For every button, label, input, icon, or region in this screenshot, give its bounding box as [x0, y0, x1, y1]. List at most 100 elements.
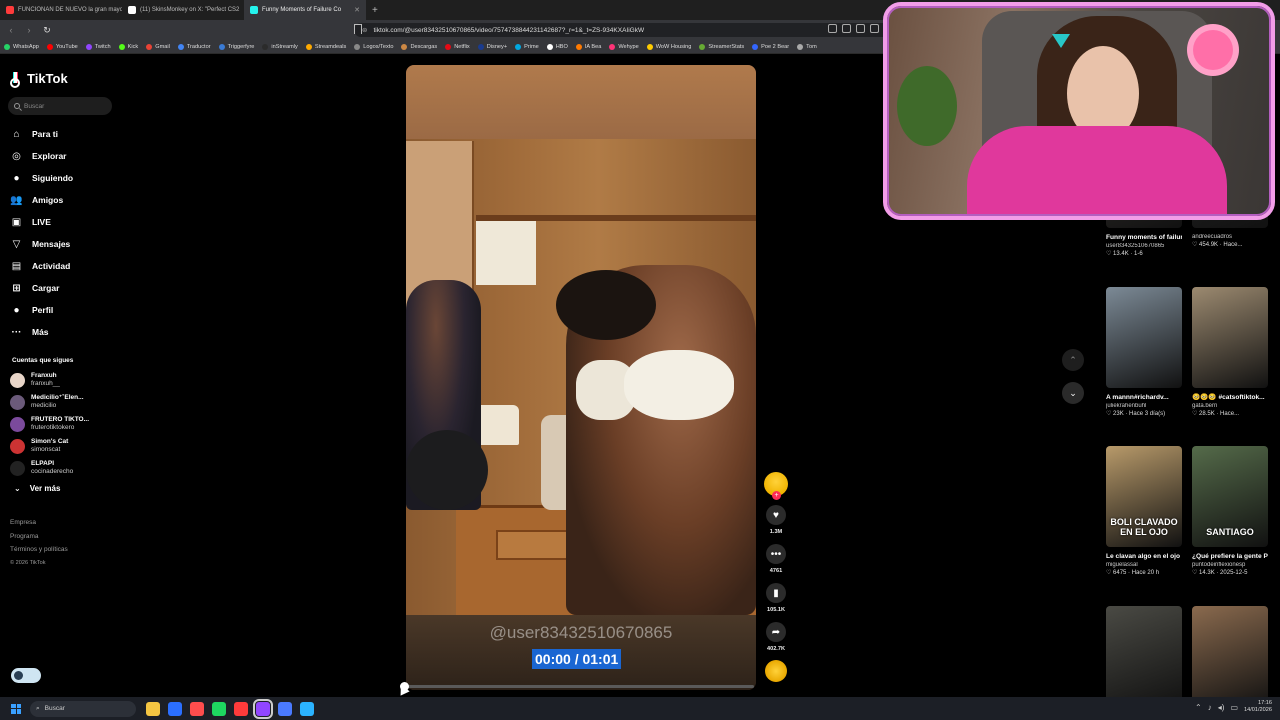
bookmark-item[interactable]: WhatsApp — [4, 43, 39, 50]
comment-icon[interactable]: ••• — [766, 544, 786, 564]
related-video-card[interactable]: A mannn#richardv... juliekrahenbuhl ♡ 23… — [1106, 287, 1182, 417]
followed-account[interactable]: ELPAPI cocinaderecho — [10, 457, 89, 479]
theme-toggle[interactable] — [11, 668, 41, 683]
next-video-button[interactable]: ⌄ — [1062, 382, 1084, 404]
bookmark-label: YouTube — [55, 43, 78, 50]
video-thumbnail[interactable] — [1192, 287, 1268, 388]
bookmark-item[interactable]: Wehype — [609, 43, 639, 50]
bookmark-item[interactable]: Disney+ — [477, 43, 507, 50]
browser-tab[interactable]: Funny Moments of Failure Co ✕ — [244, 0, 366, 20]
microphone-icon[interactable]: ♪ — [1208, 703, 1212, 712]
comment-action[interactable]: ••• 4761 — [763, 544, 789, 574]
taskbar-app-icon[interactable] — [190, 701, 204, 716]
sidebar-item[interactable]: ● Perfil — [10, 299, 120, 321]
extension-icon[interactable] — [842, 24, 851, 33]
bookmark-item[interactable]: Poe 2 Bear — [752, 43, 789, 50]
like-action[interactable]: ♥ 1.3M — [763, 505, 789, 535]
card-author: user83432510670865 — [1106, 243, 1165, 249]
bookmark-item[interactable]: inStreamly — [262, 43, 298, 50]
save-action[interactable]: ▮ 105.1K — [763, 583, 789, 613]
sidebar-item[interactable]: ▣ LIVE — [10, 211, 120, 233]
heart-icon[interactable]: ♥ — [766, 505, 786, 525]
previous-video-button[interactable]: ⌃ — [1062, 349, 1084, 371]
bookmark-item[interactable]: StreamerStats — [699, 43, 744, 50]
sidebar-item[interactable]: ⌂ Para ti — [10, 123, 120, 145]
sidebar-item[interactable]: ◎ Explorar — [10, 145, 120, 167]
video-thumbnail[interactable]: BOLI CLAVADO EN EL OJO — [1106, 446, 1182, 547]
followed-account[interactable]: Simon's Cat simonscat — [10, 435, 89, 457]
taskbar-app-icon[interactable] — [300, 701, 314, 716]
extension-icon[interactable] — [828, 24, 837, 33]
forward-icon[interactable]: › — [22, 23, 36, 37]
new-tab-button[interactable]: + — [366, 5, 384, 16]
bookmark-item[interactable]: Netflix — [445, 43, 470, 50]
tiktok-logo[interactable]: TikTok — [10, 71, 68, 88]
taskbar-app-icon[interactable] — [253, 698, 273, 719]
followed-account[interactable]: Franxuh franxuh__ — [10, 369, 89, 391]
bookmark-item[interactable]: Twitch — [85, 43, 111, 50]
browser-tab[interactable]: (11) SkinsMonkey on X: "Perfect CS2 ✕ — [122, 0, 244, 20]
related-video-card[interactable]: BOLI CLAVADO EN EL OJO Le clavan algo en… — [1106, 446, 1182, 576]
extension-icon[interactable] — [856, 24, 865, 33]
taskbar-app-icon[interactable] — [278, 701, 292, 716]
windows-start-icon[interactable] — [11, 703, 21, 714]
sidebar-item[interactable]: ● Siguiendo — [10, 167, 120, 189]
taskbar-app-icon[interactable] — [234, 701, 248, 716]
extension-icon[interactable] — [870, 24, 879, 33]
sidebar-item[interactable]: ▽ Mensajes — [10, 233, 120, 255]
site-info-icon[interactable]: ⊜ — [362, 26, 367, 34]
close-icon[interactable]: ✕ — [354, 6, 360, 14]
taskbar-search[interactable]: ⌕ Buscar — [30, 700, 136, 717]
clock[interactable]: 17:16 14/01/2026 — [1244, 700, 1272, 714]
bookmark-item[interactable]: Gmail — [146, 43, 170, 50]
bookmark-item[interactable]: Traductor — [177, 43, 211, 50]
address-bar[interactable]: ⊜ tiktok.com/@user83432510670865/video/7… — [354, 23, 894, 37]
bookmark-item[interactable]: Kick — [118, 43, 138, 50]
bookmark-item[interactable]: Streamdeals — [305, 43, 346, 50]
back-icon[interactable]: ‹ — [4, 23, 18, 37]
bookmark-item[interactable]: YouTube — [46, 43, 78, 50]
see-more-button[interactable]: ⌄ Ver más — [14, 484, 60, 493]
bookmark-star-icon[interactable] — [354, 24, 362, 34]
video-thumbnail[interactable] — [1106, 287, 1182, 388]
share-action[interactable]: ➦ 402.7K — [763, 622, 789, 652]
network-icon[interactable]: ▭ — [1230, 703, 1238, 712]
follow-plus-icon[interactable]: + — [772, 491, 781, 500]
bookmark-item[interactable]: IA Bea — [575, 43, 601, 50]
video-progress-bar[interactable] — [406, 685, 754, 688]
video-thumbnail[interactable] — [1192, 606, 1268, 707]
followed-account[interactable]: FRUTERO TIKTO... fruterotiktokero — [10, 413, 89, 435]
sidebar-item[interactable]: ▤ Actividad — [10, 255, 120, 277]
video-thumbnail[interactable] — [1106, 606, 1182, 707]
video-player[interactable]: @user83432510670865 00:00 / 01:01 — [406, 65, 756, 690]
video-thumbnail[interactable]: SANTIAGO — [1192, 446, 1268, 547]
bookmark-item[interactable]: Logos/Texto — [354, 43, 393, 50]
bookmark-item[interactable]: Prime — [515, 43, 539, 50]
music-disc-icon[interactable] — [765, 660, 787, 682]
footer-link-program[interactable]: Programa — [10, 530, 68, 544]
volume-icon[interactable]: ◂) — [1218, 703, 1225, 712]
sidebar-item[interactable]: 👥 Amigos — [10, 189, 120, 211]
chevron-up-icon[interactable]: ⌃ — [1195, 703, 1202, 712]
share-icon[interactable]: ➦ — [766, 622, 786, 642]
bookmark-item[interactable]: Tom — [797, 43, 817, 50]
bookmark-item[interactable]: HBO — [546, 43, 568, 50]
reload-icon[interactable]: ↻ — [40, 23, 54, 37]
creator-avatar[interactable]: + — [764, 472, 788, 500]
sidebar-item[interactable]: ⊞ Cargar — [10, 277, 120, 299]
sidebar-item[interactable]: ··· Más — [10, 321, 120, 343]
browser-tab[interactable]: FUNCIONAN DE NUEVO la gran mayor ✕ — [0, 0, 122, 20]
footer-link-company[interactable]: Empresa — [10, 516, 68, 530]
bookmark-item[interactable]: WoW Housing — [646, 43, 691, 50]
taskbar-app-icon[interactable] — [146, 701, 160, 716]
bookmark-icon[interactable]: ▮ — [766, 583, 786, 603]
search-input[interactable]: Buscar — [8, 97, 112, 115]
bookmark-item[interactable]: Triggerfyre — [218, 43, 254, 50]
taskbar-app-icon[interactable] — [212, 701, 226, 716]
footer-link-terms[interactable]: Términos y políticas — [10, 543, 68, 557]
followed-account[interactable]: Medicilio⁺˚Elen... medicilio — [10, 391, 89, 413]
bookmark-item[interactable]: Descargas — [401, 43, 437, 50]
related-video-card[interactable]: 🥺🥺🥺 #catsoftiktok... gata.berri ♡ 28.5K … — [1192, 287, 1268, 417]
taskbar-app-icon[interactable] — [168, 701, 182, 716]
related-video-card[interactable]: SANTIAGO ¿Qué prefiere la gente Pedro...… — [1192, 446, 1268, 576]
